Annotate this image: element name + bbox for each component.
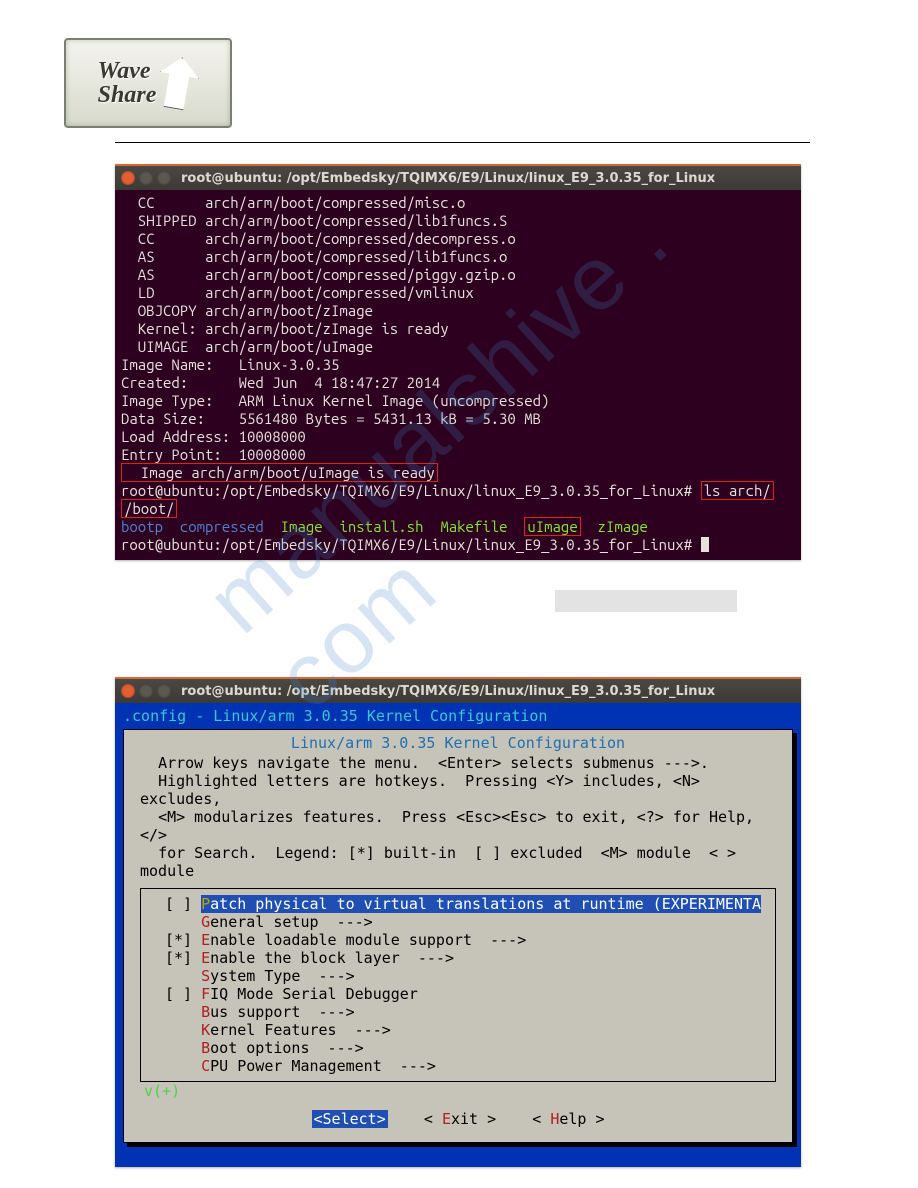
out-14: Entry Point: 10008000 — [121, 446, 306, 463]
out-7: Kernel: arch/arm/boot/zImage is ready — [121, 320, 449, 337]
logo-arrow-icon — [154, 54, 202, 112]
menu-item-cpu[interactable]: CPU Power Management ---> — [145, 1057, 771, 1075]
menu-item-block[interactable]: [*] Enable the block layer ---> — [145, 949, 771, 967]
titlebar[interactable]: root@ubuntu: /opt/Embedsky/TQIMX6/E9/Lin… — [115, 679, 801, 703]
out-0: CC arch/arm/boot/compressed/misc.o — [121, 194, 465, 211]
out-13: Load Address: 10008000 — [121, 428, 306, 445]
waveshare-logo: Wave Share — [64, 38, 232, 128]
terminal-menuconfig: root@ubuntu: /opt/Embedsky/TQIMX6/E9/Lin… — [115, 677, 801, 1167]
out-10: Created: Wed Jun 4 18:47:27 2014 — [121, 374, 440, 391]
out-8: UIMAGE arch/arm/boot/uImage — [121, 338, 373, 355]
ls-makefile: Makefile — [440, 518, 507, 535]
select-button[interactable]: <Select> — [312, 1110, 388, 1128]
menu-item-boot[interactable]: Boot options ---> — [145, 1039, 771, 1057]
window-title: root@ubuntu: /opt/Embedsky/TQIMX6/E9/Lin… — [181, 684, 715, 699]
exit-button[interactable]: < Exit > — [424, 1110, 496, 1128]
out-5: LD arch/arm/boot/compressed/vmlinux — [121, 284, 474, 301]
menu-item-general[interactable]: General setup ---> — [145, 913, 771, 931]
ls-install: install.sh — [339, 518, 423, 535]
cursor-icon — [701, 537, 709, 552]
help-button[interactable]: < Help > — [532, 1110, 604, 1128]
ls-cmd-box-2: /boot/ — [121, 499, 177, 518]
close-icon[interactable] — [121, 684, 135, 698]
dialog-buttons: <Select> < Exit > < Help > — [124, 1100, 792, 1132]
menu-item-fiq[interactable]: [ ] FIQ Mode Serial Debugger — [145, 985, 771, 1003]
ls-uimage: uImage — [527, 518, 577, 535]
scroll-more-indicator: v(+) — [124, 1082, 792, 1100]
uimage-ready-highlight: Image arch/arm/boot/uImage is ready — [121, 463, 438, 482]
terminal-body[interactable]: CC arch/arm/boot/compressed/misc.o SHIPP… — [115, 190, 801, 560]
out-3: AS arch/arm/boot/compressed/lib1funcs.o — [121, 248, 507, 265]
maximize-icon[interactable] — [157, 684, 171, 698]
menu-item-patch[interactable]: [ ] Patch physical to virtual translatio… — [145, 895, 771, 913]
menuconfig-dialog: Linux/arm 3.0.35 Kernel Configuration Ar… — [123, 729, 793, 1143]
ls-image: Image — [281, 518, 323, 535]
ls-cmd-box-1: ls arch/ — [701, 481, 774, 500]
out-11: Image Type: ARM Linux Kernel Image (unco… — [121, 392, 549, 409]
prompt-1: root@ubuntu:/opt/Embedsky/TQIMX6/E9/Linu… — [121, 482, 692, 499]
menuconfig-body[interactable]: .config - Linux/arm 3.0.35 Kernel Config… — [115, 703, 801, 1167]
menu-item-system[interactable]: System Type ---> — [145, 967, 771, 985]
menu-item-modules[interactable]: [*] Enable loadable module support ---> — [145, 931, 771, 949]
logo-line1: Wave — [98, 59, 151, 83]
config-topline: .config - Linux/arm 3.0.35 Kernel Config… — [115, 703, 801, 727]
out-4: AS arch/arm/boot/compressed/piggy.gzip.o — [121, 266, 516, 283]
out-2: CC arch/arm/boot/compressed/decompress.o — [121, 230, 516, 247]
terminal-build: root@ubuntu: /opt/Embedsky/TQIMX6/E9/Lin… — [115, 164, 801, 560]
bottom-blue-bar — [115, 1153, 801, 1167]
window-title: root@ubuntu: /opt/Embedsky/TQIMX6/E9/Lin… — [181, 171, 715, 186]
menu-item-bus[interactable]: Bus support ---> — [145, 1003, 771, 1021]
logo-line2: Share — [98, 83, 157, 107]
redaction-box — [555, 590, 737, 612]
out-1: SHIPPED arch/arm/boot/compressed/lib1fun… — [121, 212, 507, 229]
out-6: OBJCOPY arch/arm/boot/zImage — [121, 302, 373, 319]
out-9: Image Name: Linux-3.0.35 — [121, 356, 339, 373]
ls-compressed: compressed — [180, 518, 264, 535]
ls-bootp: bootp — [121, 518, 163, 535]
ls-uimage-box: uImage — [524, 517, 580, 536]
menu-item-kernel[interactable]: Kernel Features ---> — [145, 1021, 771, 1039]
prompt-2: root@ubuntu:/opt/Embedsky/TQIMX6/E9/Linu… — [121, 536, 692, 553]
close-icon[interactable] — [121, 171, 135, 185]
minimize-icon[interactable] — [139, 171, 153, 185]
dialog-help: Arrow keys navigate the menu. <Enter> se… — [124, 752, 792, 886]
titlebar[interactable]: root@ubuntu: /opt/Embedsky/TQIMX6/E9/Lin… — [115, 166, 801, 190]
dialog-title: Linux/arm 3.0.35 Kernel Configuration — [124, 732, 792, 752]
minimize-icon[interactable] — [139, 684, 153, 698]
out-12: Data Size: 5561480 Bytes = 5431.13 kB = … — [121, 410, 541, 427]
maximize-icon[interactable] — [157, 171, 171, 185]
menu-list[interactable]: [ ] Patch physical to virtual translatio… — [140, 888, 776, 1082]
ls-zimage: zImage — [598, 518, 648, 535]
horizontal-rule — [115, 142, 810, 143]
